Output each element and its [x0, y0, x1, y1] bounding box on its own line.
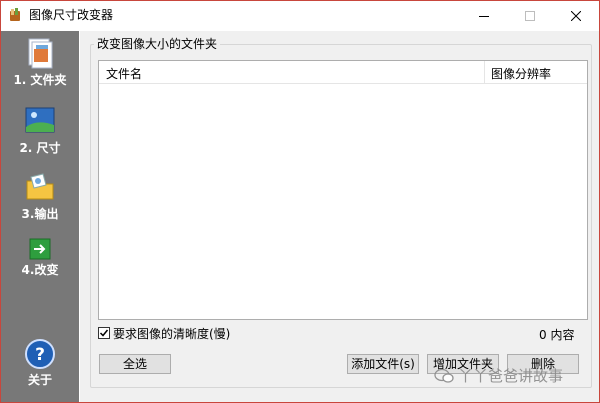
column-header-resolution[interactable]: 图像分辨率: [491, 65, 551, 82]
minimize-button[interactable]: [461, 1, 507, 31]
require-clarity-option[interactable]: 要求图像的清晰度(慢): [98, 325, 230, 341]
landscape-picture-icon: [25, 107, 55, 133]
select-all-button[interactable]: 全选: [99, 354, 171, 374]
title-bar[interactable]: 图像尺寸改变器: [1, 1, 599, 31]
checkmark-icon: [99, 329, 109, 337]
step-folder-label: 1. 文件夹: [13, 73, 67, 87]
watermark: 丫丫爸爸讲故事: [434, 365, 563, 386]
output-folder-icon: [26, 173, 54, 200]
about-button[interactable]: ? 关于: [1, 337, 79, 387]
column-divider[interactable]: [484, 61, 485, 83]
help-icon: ?: [25, 339, 55, 369]
step-output-label: 3.输出: [21, 207, 59, 221]
item-count: 0 内容: [539, 328, 575, 342]
folder-documents-icon: [28, 38, 53, 69]
close-icon: [571, 11, 581, 21]
maximize-icon: [525, 11, 535, 21]
maximize-button[interactable]: [507, 1, 553, 31]
window-title: 图像尺寸改变器: [29, 8, 114, 22]
file-list[interactable]: 文件名 图像分辨率: [98, 60, 588, 320]
step-size-label: 2. 尺寸: [19, 141, 61, 155]
step-folder[interactable]: 1. 文件夹: [1, 37, 79, 87]
svg-text:?: ?: [35, 345, 45, 365]
group-title: 改变图像大小的文件夹: [94, 37, 221, 51]
green-arrow-icon: [29, 238, 51, 260]
require-clarity-checkbox[interactable]: [98, 327, 110, 339]
step-output[interactable]: 3.输出: [1, 171, 79, 221]
watermark-text: 丫丫爸爸讲故事: [458, 367, 564, 385]
close-button[interactable]: [553, 1, 599, 31]
step-change[interactable]: 4.改变: [1, 237, 79, 277]
app-icon: [8, 8, 22, 22]
add-file-button[interactable]: 添加文件(s): [347, 354, 419, 374]
minimize-icon: [479, 16, 489, 17]
wizard-sidebar: 1. 文件夹 2. 尺寸 3.输出 4.改变 ? 关于: [1, 31, 79, 402]
list-header: 文件名 图像分辨率: [99, 61, 587, 84]
step-change-label: 4.改变: [21, 263, 59, 277]
about-label: 关于: [27, 373, 52, 387]
app-window: 图像尺寸改变器 1. 文件夹 2. 尺寸 3.输出 4.改变 ? 关于 改变图像…: [0, 0, 600, 403]
main-panel: 改变图像大小的文件夹 文件名 图像分辨率 要求图像的清晰度(慢) 0 内容 全选…: [80, 31, 599, 402]
column-header-filename[interactable]: 文件名: [106, 65, 142, 82]
require-clarity-label: 要求图像的清晰度(慢): [113, 326, 231, 341]
wechat-icon: [434, 368, 454, 383]
step-size[interactable]: 2. 尺寸: [1, 105, 79, 155]
